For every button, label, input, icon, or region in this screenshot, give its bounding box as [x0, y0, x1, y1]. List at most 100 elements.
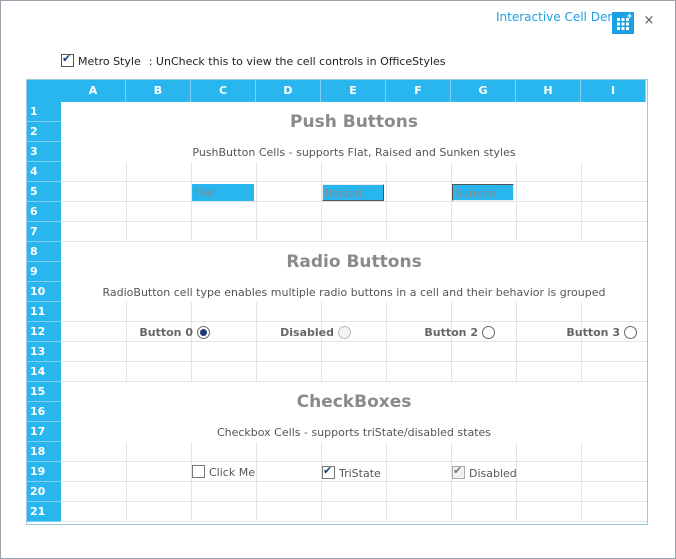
grid-column-line: [581, 202, 582, 222]
grid-column-line: [126, 182, 127, 202]
flat-push-button[interactable]: Flat: [192, 184, 254, 201]
disabled-checkbox: Disabled: [452, 464, 517, 480]
raised-push-button[interactable]: Raised: [322, 184, 384, 201]
radio-button-0[interactable]: Button 0: [126, 326, 210, 339]
row-header-13[interactable]: 13: [27, 342, 61, 362]
row-header-4[interactable]: 4: [27, 162, 61, 182]
radio-3-circle[interactable]: [624, 326, 637, 339]
grid-column-line: [191, 362, 192, 382]
grid-column-line: [386, 342, 387, 362]
grid-column-line: [256, 362, 257, 382]
grid-row-line: [61, 341, 647, 342]
grid-column-line: [386, 322, 387, 342]
row-header-21[interactable]: 21: [27, 502, 61, 522]
grid-column-line: [581, 222, 582, 242]
row-header-15[interactable]: 15: [27, 382, 61, 402]
radio-disabled-circle: [338, 326, 351, 339]
column-header-c[interactable]: C: [191, 80, 256, 102]
grid-column-line: [256, 162, 257, 182]
column-header-g[interactable]: G: [451, 80, 516, 102]
tristate-box[interactable]: [322, 464, 335, 479]
radio-button-disabled: Disabled: [267, 326, 351, 339]
click-me-label: Click Me: [209, 466, 255, 479]
grid-row-line: [61, 321, 647, 322]
metro-style-checkbox[interactable]: [61, 52, 74, 67]
row-header-18[interactable]: 18: [27, 442, 61, 462]
column-header-a[interactable]: A: [61, 80, 126, 102]
row-header-8[interactable]: 8: [27, 242, 61, 262]
grid-row-line: [61, 181, 647, 182]
grid-column-line: [191, 482, 192, 502]
grid-column-line: [581, 362, 582, 382]
click-me-checkbox[interactable]: Click Me: [192, 465, 255, 479]
grid-icon[interactable]: [612, 12, 634, 34]
row-header-6[interactable]: 6: [27, 202, 61, 222]
grid-column-line: [256, 222, 257, 242]
row-header-17[interactable]: 17: [27, 422, 61, 442]
row-header-19[interactable]: 19: [27, 462, 61, 482]
grid-column-line: [321, 502, 322, 522]
grid-column-line: [451, 362, 452, 382]
close-button[interactable]: ×: [639, 11, 659, 31]
grid-column-line: [451, 342, 452, 362]
column-header-e[interactable]: E: [321, 80, 386, 102]
column-header-d[interactable]: D: [256, 80, 321, 102]
grid-corner[interactable]: [27, 80, 62, 103]
grid-column-line: [581, 442, 582, 462]
row-header-7[interactable]: 7: [27, 222, 61, 242]
row-header-16[interactable]: 16: [27, 402, 61, 422]
row-header-10[interactable]: 10: [27, 282, 61, 302]
radio-button-2-label: Button 2: [424, 326, 478, 339]
grid-column-line: [581, 482, 582, 502]
grid-column-line: [256, 462, 257, 482]
grid-column-line: [321, 302, 322, 322]
sunken-push-button[interactable]: Sunken: [452, 184, 514, 201]
grid-column-line: [451, 502, 452, 522]
column-header-h[interactable]: H: [516, 80, 581, 102]
row-header-2[interactable]: 2: [27, 122, 61, 142]
grid-column-line: [581, 462, 582, 482]
tristate-checkbox[interactable]: TriState: [322, 464, 381, 480]
grid-column-line: [256, 302, 257, 322]
radio-buttons-description: RadioButton cell type enables multiple r…: [61, 283, 647, 302]
radio-button-3-label: Button 3: [566, 326, 620, 339]
row-header-3[interactable]: 3: [27, 142, 61, 162]
grid-column-line: [321, 222, 322, 242]
row-header-20[interactable]: 20: [27, 482, 61, 502]
click-me-box[interactable]: [192, 465, 205, 478]
row-header-11[interactable]: 11: [27, 302, 61, 322]
radio-2-circle[interactable]: [482, 326, 495, 339]
grid-column-line: [386, 362, 387, 382]
row-header-12[interactable]: 12: [27, 322, 61, 342]
radio-buttons-title: Radio Buttons: [61, 242, 647, 282]
grid-column-line: [516, 302, 517, 322]
row-header-1[interactable]: 1: [27, 102, 61, 122]
push-buttons-title: Push Buttons: [61, 102, 647, 142]
row-header-5[interactable]: 5: [27, 182, 61, 202]
grid-column-line: [386, 202, 387, 222]
grid-column-line: [451, 442, 452, 462]
column-header-f[interactable]: F: [386, 80, 451, 102]
grid-column-line: [126, 202, 127, 222]
grid-column-line: [386, 302, 387, 322]
grid-column-line: [256, 322, 257, 342]
metro-style-option[interactable]: Metro Style: UnCheck this to view the ce…: [61, 52, 446, 68]
row-header-14[interactable]: 14: [27, 362, 61, 382]
grid-row-line: [61, 361, 647, 362]
grid-column-line: [191, 222, 192, 242]
row-header-9[interactable]: 9: [27, 262, 61, 282]
radio-button-2[interactable]: Button 2: [411, 326, 495, 339]
grid-column-line: [451, 302, 452, 322]
radio-0-circle[interactable]: [197, 326, 210, 339]
grid-column-line: [126, 482, 127, 502]
spreadsheet-grid[interactable]: A B C D E F G H I 1 2 3 4 5 6 7 8 9 10 11 12 13 14 15 16 17 18 19 20…: [26, 79, 648, 525]
column-header-i[interactable]: I: [581, 80, 646, 102]
grid-column-line: [321, 162, 322, 182]
radio-disabled-label: Disabled: [280, 326, 334, 339]
grid-column-line: [126, 162, 127, 182]
radio-button-0-label: Button 0: [139, 326, 193, 339]
column-header-b[interactable]: B: [126, 80, 191, 102]
grid-column-line: [386, 482, 387, 502]
radio-button-3[interactable]: Button 3: [553, 326, 637, 339]
grid-column-line: [386, 442, 387, 462]
